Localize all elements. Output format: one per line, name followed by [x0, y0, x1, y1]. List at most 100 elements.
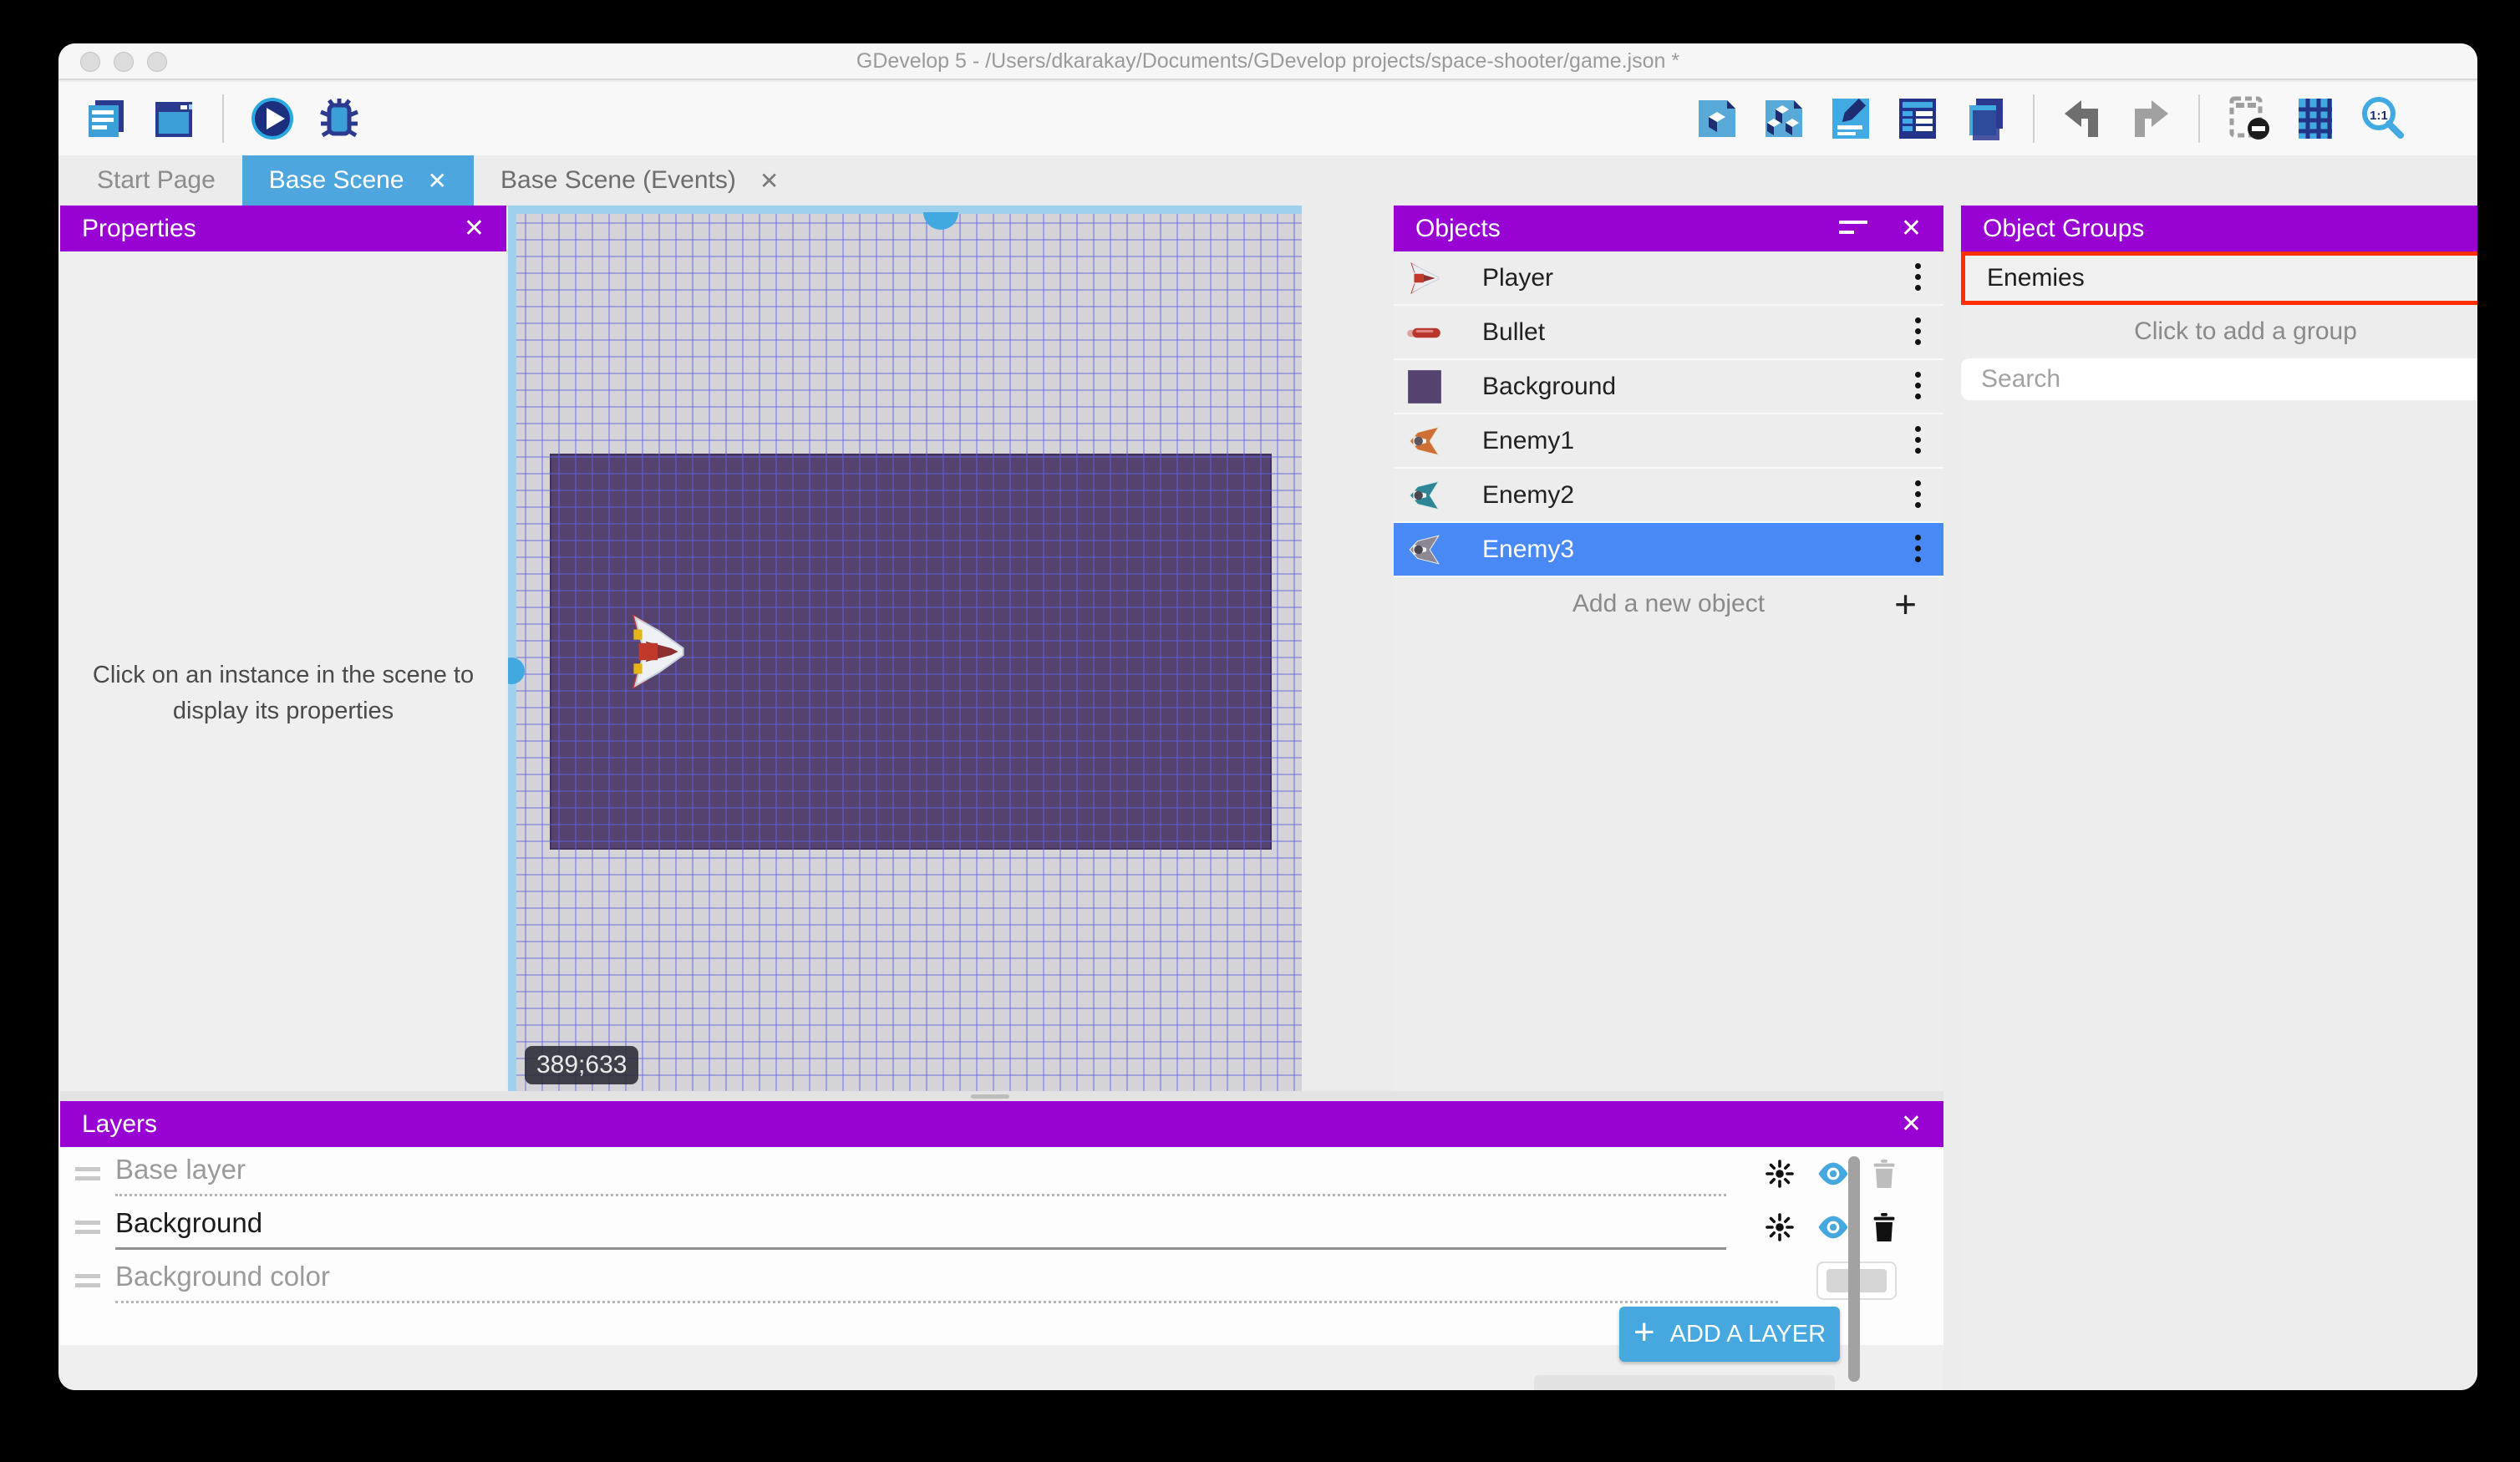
- tab-close-icon[interactable]: ✕: [760, 167, 779, 195]
- groups-search-box: [1961, 358, 2477, 400]
- tab-label: Base Scene (Events): [500, 166, 736, 195]
- panel-splitter[interactable]: [60, 1091, 1943, 1101]
- add-layer-button[interactable]: + ADD A LAYER: [1619, 1307, 1840, 1362]
- properties-empty-text: Click on an instance in the scene to: [93, 657, 474, 693]
- open-layers-editor-button[interactable]: [1959, 92, 2009, 145]
- filter-icon: [1839, 219, 1867, 239]
- kebab-menu-icon[interactable]: [1915, 479, 1922, 512]
- kebab-menu-icon[interactable]: [1915, 261, 1922, 295]
- panel-title: Object Groups: [1983, 215, 2144, 243]
- object-thumbnail: [1405, 422, 1444, 460]
- close-window-button[interactable]: [80, 52, 100, 72]
- window-title: GDevelop 5 - /Users/dkarakay/Documents/G…: [58, 49, 2477, 74]
- layers-scrollbar[interactable]: [1848, 1156, 1860, 1382]
- eye-icon: [1816, 1161, 1850, 1186]
- layer-visibility-button[interactable]: [1816, 1161, 1850, 1186]
- kebab-menu-icon[interactable]: [1915, 370, 1922, 404]
- open-properties-button[interactable]: [1826, 92, 1876, 145]
- toggle-window-mask-button[interactable]: [2223, 92, 2274, 145]
- open-objects-editor-button[interactable]: [1692, 92, 1742, 145]
- splitter-grip-icon: [971, 1094, 1009, 1099]
- layer-name[interactable]: Base layer: [115, 1154, 246, 1185]
- drag-handle-icon[interactable]: [75, 1274, 100, 1287]
- drag-handle-icon[interactable]: [75, 1167, 100, 1180]
- project-manager-button[interactable]: [82, 92, 132, 145]
- close-icon[interactable]: ✕: [1901, 1109, 1922, 1139]
- scene-editor-canvas[interactable]: 389;633: [508, 206, 1302, 1091]
- toolbar-divider: [222, 94, 224, 143]
- object-label: Enemy1: [1482, 427, 1915, 455]
- minimize-window-button[interactable]: [114, 52, 134, 72]
- close-icon[interactable]: ✕: [1901, 214, 1922, 243]
- start-page-button[interactable]: [149, 92, 199, 145]
- groups-search-input[interactable]: [1981, 365, 2477, 393]
- zoom-window-button[interactable]: [147, 52, 167, 72]
- layer-visibility-button[interactable]: [1816, 1215, 1850, 1240]
- zoom-actual-size-button[interactable]: 1:1: [2357, 92, 2407, 145]
- kebab-menu-icon[interactable]: [1915, 533, 1922, 566]
- group-row-enemies[interactable]: Enemies: [1961, 251, 2477, 305]
- game-window-edge-handle[interactable]: [508, 657, 525, 684]
- panel-title: Layers: [82, 1110, 157, 1139]
- window-icon: [150, 95, 197, 142]
- object-label: Enemy3: [1482, 536, 1915, 564]
- layer-effects-button[interactable]: [1765, 1159, 1795, 1189]
- object-row-background[interactable]: Background: [1394, 360, 1943, 414]
- debug-button[interactable]: [314, 92, 364, 145]
- layers-list: Base layer: [60, 1147, 1943, 1307]
- game-window-edge-handle[interactable]: [923, 212, 958, 230]
- open-object-groups-button[interactable]: [1759, 92, 1809, 145]
- layer-delete-button[interactable]: [1872, 1213, 1897, 1241]
- layer-row-background-color[interactable]: Background color: [60, 1254, 1943, 1307]
- add-lighting-layer-button[interactable]: + ADD LIGHTING LAYER: [1534, 1375, 1835, 1390]
- properties-panel: Properties ✕ Click on an instance in the…: [60, 206, 506, 1135]
- redo-button[interactable]: [2125, 92, 2175, 145]
- object-row-enemy3[interactable]: Enemy3: [1394, 523, 1943, 577]
- layer-name[interactable]: Background color: [115, 1261, 330, 1292]
- object-row-player[interactable]: Player: [1394, 251, 1943, 306]
- objects-panel-header: Objects ✕: [1394, 206, 1943, 251]
- properties-empty-state: Click on an instance in the scene to dis…: [60, 251, 506, 1135]
- add-object-label: Add a new object: [1572, 590, 1765, 618]
- tab-base-scene-events[interactable]: Base Scene (Events) ✕: [474, 155, 805, 206]
- undo-button[interactable]: [2058, 92, 2108, 145]
- layer-name[interactable]: Background: [115, 1207, 262, 1239]
- object-thumbnail: [1405, 530, 1444, 569]
- layer-row-background[interactable]: Background: [60, 1201, 1943, 1254]
- tab-start-page[interactable]: Start Page: [70, 155, 242, 206]
- layers-panel-header: Layers ✕: [60, 1101, 1943, 1147]
- toolbar-divider: [2198, 94, 2200, 143]
- plus-icon: +: [1633, 1312, 1655, 1353]
- close-icon[interactable]: ✕: [464, 214, 485, 243]
- object-row-enemy1[interactable]: Enemy1: [1394, 414, 1943, 469]
- drag-handle-icon[interactable]: [75, 1221, 100, 1234]
- object-row-bullet[interactable]: Bullet: [1394, 306, 1943, 360]
- undo-icon: [2060, 95, 2106, 142]
- player-ship-instance[interactable]: [623, 611, 695, 693]
- project-manager-icon: [84, 95, 130, 142]
- preview-play-button[interactable]: [247, 92, 297, 145]
- toolbar-left-group: [82, 92, 364, 145]
- object-label: Bullet: [1482, 318, 1915, 347]
- svg-text:1:1: 1:1: [2370, 109, 2388, 123]
- kebab-menu-icon[interactable]: [1915, 424, 1922, 458]
- filter-objects-button[interactable]: [1839, 219, 1901, 239]
- tab-base-scene[interactable]: Base Scene ✕: [242, 155, 474, 206]
- add-group-label: Click to add a group: [2134, 317, 2357, 346]
- trash-icon: [1872, 1213, 1897, 1241]
- open-instances-list-button[interactable]: [1893, 92, 1943, 145]
- object-thumbnail: [1405, 368, 1444, 406]
- object-row-enemy2[interactable]: Enemy2: [1394, 469, 1943, 523]
- edit-properties-icon: [1827, 95, 1874, 142]
- object-thumbnail: [1405, 313, 1444, 352]
- add-object-row[interactable]: Add a new object +: [1394, 577, 1943, 631]
- layer-effects-button[interactable]: [1765, 1212, 1795, 1242]
- kebab-menu-icon[interactable]: [1915, 316, 1922, 349]
- add-group-row[interactable]: Click to add a group +: [1961, 305, 2477, 358]
- tab-close-icon[interactable]: ✕: [428, 167, 447, 195]
- properties-empty-text: display its properties: [173, 693, 394, 729]
- toggle-grid-button[interactable]: [2290, 92, 2340, 145]
- layer-delete-button[interactable]: [1872, 1160, 1897, 1188]
- layer-row-base[interactable]: Base layer: [60, 1147, 1943, 1201]
- toolbar-divider: [2033, 94, 2035, 143]
